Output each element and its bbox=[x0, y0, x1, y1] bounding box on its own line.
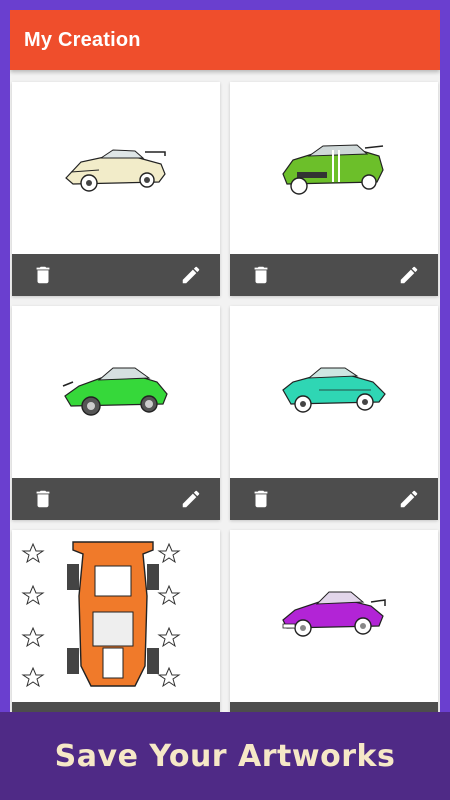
card-action-bar bbox=[12, 254, 220, 296]
card-action-bar bbox=[230, 702, 438, 712]
pencil-icon bbox=[182, 490, 200, 508]
card-action-bar bbox=[12, 478, 220, 520]
pencil-icon bbox=[182, 266, 200, 284]
pencil-icon bbox=[400, 266, 418, 284]
edit-button[interactable] bbox=[398, 488, 420, 510]
artwork-card[interactable] bbox=[12, 82, 220, 296]
orange-racecar-topview-drawing bbox=[21, 541, 181, 688]
promo-caption: Save Your Artworks bbox=[54, 738, 396, 774]
purple-porsche-drawing bbox=[282, 591, 386, 637]
artwork-card[interactable] bbox=[12, 306, 220, 520]
card-action-bar bbox=[230, 478, 438, 520]
card-action-bar bbox=[230, 254, 438, 296]
white-supercar-drawing bbox=[65, 149, 166, 192]
green-muscle-car-drawing bbox=[282, 144, 384, 195]
artwork-thumbnail-green-muscle-car[interactable] bbox=[230, 82, 438, 254]
teal-supra-drawing bbox=[282, 367, 386, 413]
delete-button[interactable] bbox=[250, 488, 272, 510]
artwork-thumbnail-green-porsche[interactable] bbox=[12, 306, 220, 478]
edit-button[interactable] bbox=[180, 488, 202, 510]
artwork-card[interactable] bbox=[12, 530, 220, 712]
delete-button[interactable] bbox=[250, 264, 272, 286]
pencil-icon bbox=[400, 490, 418, 508]
card-action-bar bbox=[12, 702, 220, 712]
trash-icon bbox=[254, 490, 268, 508]
page-title: My Creation bbox=[24, 28, 141, 51]
edit-button[interactable] bbox=[398, 264, 420, 286]
app-bar: My Creation bbox=[10, 10, 440, 70]
app-screen: My Creation bbox=[10, 10, 440, 712]
artwork-card[interactable] bbox=[230, 306, 438, 520]
trash-icon bbox=[36, 266, 50, 284]
artwork-card[interactable] bbox=[230, 530, 438, 712]
artwork-thumbnail-teal-supra[interactable] bbox=[230, 306, 438, 478]
trash-icon bbox=[254, 266, 268, 284]
promo-footer: Save Your Artworks bbox=[0, 712, 450, 800]
artwork-card[interactable] bbox=[230, 82, 438, 296]
artwork-thumbnail-purple-porsche[interactable] bbox=[230, 530, 438, 702]
artwork-grid bbox=[10, 70, 440, 712]
artwork-thumbnail-orange-racecar[interactable] bbox=[12, 530, 220, 702]
delete-button[interactable] bbox=[32, 488, 54, 510]
trash-icon bbox=[36, 490, 50, 508]
green-porsche-drawing bbox=[62, 367, 168, 416]
delete-button[interactable] bbox=[32, 264, 54, 286]
artwork-thumbnail-white-supercar[interactable] bbox=[12, 82, 220, 254]
edit-button[interactable] bbox=[180, 264, 202, 286]
